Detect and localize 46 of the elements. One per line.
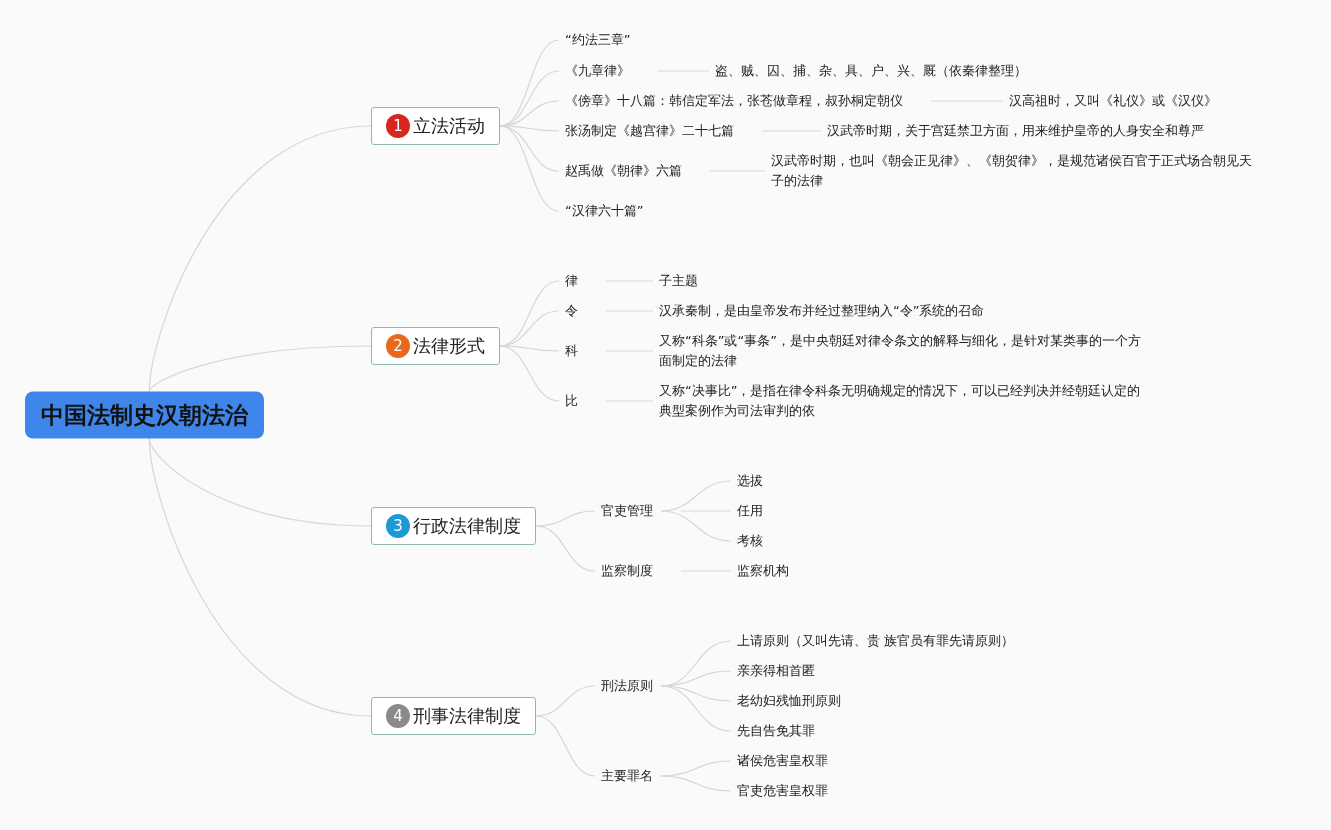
topic-label[interactable]: 刑法原则 <box>601 676 653 696</box>
topic-label[interactable]: 令 <box>565 301 578 321</box>
branch-topic[interactable]: 2 法律形式 <box>371 327 500 365</box>
topic-label[interactable]: 任用 <box>737 501 763 521</box>
branch-title: 立法活动 <box>413 114 485 138</box>
topic-label[interactable]: 考核 <box>737 531 763 551</box>
topic-label[interactable]: 官吏危害皇权罪 <box>737 781 828 801</box>
branch-topic[interactable]: 4 刑事法律制度 <box>371 697 536 735</box>
topic-label[interactable]: 选拔 <box>737 471 763 491</box>
topic-label[interactable]: “汉律六十篇” <box>565 201 644 221</box>
topic-label[interactable]: 上请原则（又叫先请、贵 族官员有罪先请原则） <box>737 631 1015 651</box>
topic-label[interactable]: 比 <box>565 391 578 411</box>
branch-topic[interactable]: 1 立法活动 <box>371 107 500 145</box>
topic-label[interactable]: 又称“决事比”，是指在律令科条无明确规定的情况下，可以已经判决并经朝廷认定的典型案例作为司法审判的依 <box>659 381 1151 421</box>
topic-label[interactable]: 汉武帝时期，也叫《朝会正见律》、《朝贺律》，是规范诸侯百官于正式场合朝见天子的法律 <box>771 151 1263 191</box>
topic-label[interactable]: 又称“科条”或“事条”，是中央朝廷对律令条文的解释与细化，是针对某类事的一个方面制定的法律 <box>659 331 1151 371</box>
topic-label[interactable]: 《九章律》 <box>565 61 630 81</box>
topic-label[interactable]: 律 <box>565 271 578 291</box>
topic-label[interactable]: “约法三章” <box>565 30 631 50</box>
branch-topic[interactable]: 3 行政法律制度 <box>371 507 536 545</box>
topic-label[interactable]: 汉武帝时期，关于宫廷禁卫方面，用来维护皇帝的人身安全和尊严 <box>827 121 1204 141</box>
topic-label[interactable]: 盗、贼、囚、捕、杂、具、户、兴、厩（依秦律整理） <box>715 61 1027 81</box>
branch-title: 刑事法律制度 <box>413 704 521 728</box>
number-badge: 2 <box>386 334 410 358</box>
topic-label[interactable]: 汉高祖时，又叫《礼仪》或《汉仪》 <box>1009 91 1217 111</box>
topic-label[interactable]: 子主题 <box>659 271 698 291</box>
topic-label[interactable]: 官吏管理 <box>601 501 653 521</box>
topic-label[interactable]: 科 <box>565 341 578 361</box>
topic-label[interactable]: 监察制度 <box>601 561 653 581</box>
topic-label[interactable]: 《傍章》十八篇：韩信定军法，张苍做章程，叔孙桐定朝仪 <box>565 91 903 111</box>
branch-title: 法律形式 <box>413 334 485 358</box>
topic-label[interactable]: 赵禹做《朝律》六篇 <box>565 161 682 181</box>
topic-label[interactable]: 亲亲得相首匿 <box>737 661 815 681</box>
number-badge: 3 <box>386 514 410 538</box>
topic-label[interactable]: 主要罪名 <box>601 766 653 786</box>
number-badge: 1 <box>386 114 410 138</box>
topic-label[interactable]: 先自告免其罪 <box>737 721 815 741</box>
number-badge: 4 <box>386 704 410 728</box>
central-topic[interactable]: 中国法制史汉朝法治 <box>25 391 264 439</box>
connector-line <box>660 775 732 792</box>
branch-title: 行政法律制度 <box>413 514 521 538</box>
topic-label[interactable]: 监察机构 <box>737 561 789 581</box>
topic-label[interactable]: 诸侯危害皇权罪 <box>737 751 828 771</box>
topic-label[interactable]: 张汤制定《越宫律》二十七篇 <box>565 121 734 141</box>
topic-label[interactable]: 汉承秦制，是由皇帝发布并经过整理纳入“令”系统的召命 <box>659 301 985 321</box>
topic-label[interactable]: 老幼妇残恤刑原则 <box>737 691 841 711</box>
